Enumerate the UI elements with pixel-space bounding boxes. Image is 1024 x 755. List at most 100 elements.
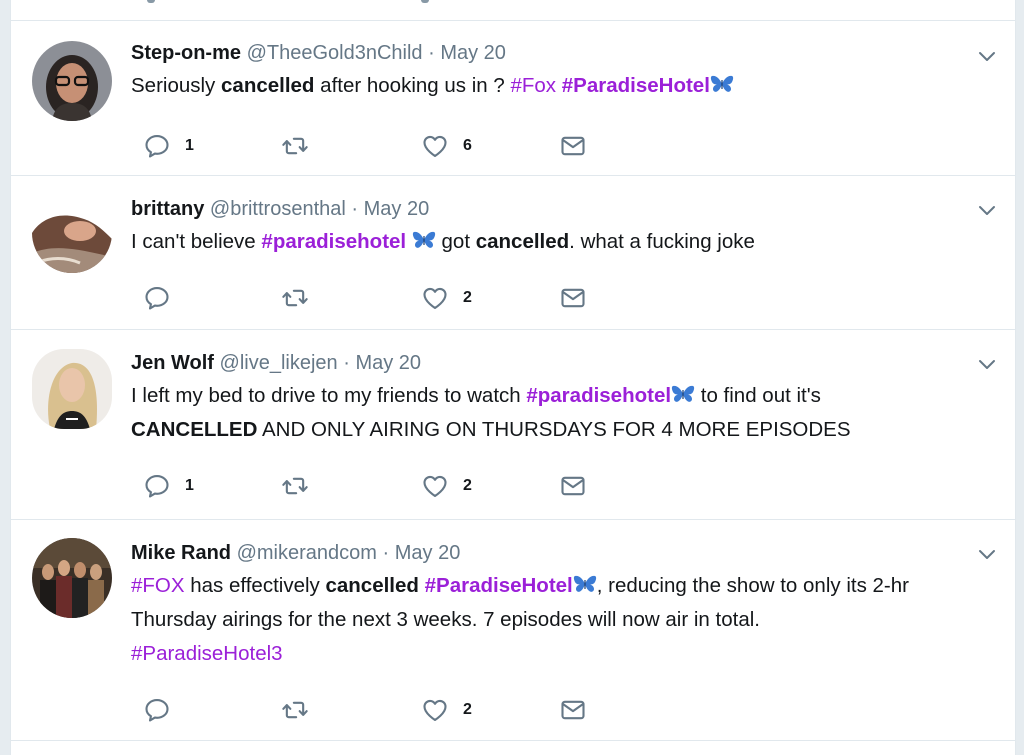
avatar[interactable] — [32, 193, 112, 273]
hashtag-link[interactable]: #FOX — [131, 574, 185, 597]
retweet-icon — [281, 472, 309, 500]
heart-icon — [421, 284, 449, 312]
text-segment: to find out it's — [695, 384, 821, 407]
text-segment: . what a fucking joke — [569, 230, 755, 253]
text-bold: cancelled — [325, 574, 419, 597]
direct-message-button[interactable] — [559, 282, 587, 314]
heart-icon — [421, 696, 449, 724]
butterfly-icon — [412, 230, 436, 250]
hashtag-link[interactable]: #Fox — [510, 74, 556, 97]
hashtag-link[interactable]: #ParadiseHotel — [425, 574, 573, 597]
text-segment: I can't believe — [131, 230, 262, 253]
butterfly-icon — [710, 74, 734, 94]
tweet-text: Seriously cancelled after hooking us in … — [131, 69, 975, 103]
text-bold: cancelled — [221, 74, 315, 97]
hashtag-link[interactable]: #paradisehotel — [526, 384, 671, 407]
like-count: 2 — [463, 701, 472, 718]
like-button[interactable]: 2 — [421, 694, 472, 726]
reply-icon — [143, 284, 171, 312]
username[interactable]: @TheeGold3nChild — [247, 42, 423, 64]
retweet-button[interactable] — [281, 470, 309, 502]
envelope-icon — [559, 284, 587, 312]
tweet-content: Step-on-me @TheeGold3nChild · May 20 Ser… — [131, 39, 975, 103]
reply-button[interactable]: 1 — [143, 130, 194, 162]
direct-message-button[interactable] — [559, 130, 587, 162]
tweet-actions: 1 6 — [131, 130, 591, 162]
tweet-content: Jen Wolf @live_likejen · May 20 I left m… — [131, 349, 975, 447]
tweet-text: #FOX has effectively cancelled #Paradise… — [131, 569, 975, 671]
avatar[interactable] — [32, 349, 112, 429]
retweet-button[interactable] — [281, 282, 309, 314]
tweet[interactable]: Jen Wolf @live_likejen · May 20 I left m… — [11, 330, 1015, 520]
display-name[interactable]: Step-on-me — [131, 42, 241, 64]
heart-icon — [421, 132, 449, 160]
reply-button[interactable] — [143, 282, 185, 314]
username[interactable]: @brittrosenthal — [210, 198, 346, 220]
chevron-down-icon[interactable] — [975, 44, 999, 68]
username[interactable]: @live_likejen — [220, 352, 338, 374]
hashtag-link[interactable]: #paradisehotel — [261, 230, 406, 253]
tweet-content: Mike Rand @mikerandcom · May 20 #FOX has… — [131, 539, 975, 671]
timestamp[interactable]: May 20 — [440, 42, 506, 64]
tweet-header: Step-on-me @TheeGold3nChild · May 20 — [131, 39, 975, 67]
chevron-down-icon[interactable] — [975, 198, 999, 222]
reply-icon — [143, 132, 171, 160]
timestamp[interactable]: May 20 — [355, 352, 421, 374]
separator: · — [382, 542, 390, 564]
tweet[interactable]: Mike Rand @mikerandcom · May 20 #FOX has… — [11, 520, 1015, 741]
retweet-icon — [281, 132, 309, 160]
butterfly-icon — [671, 384, 695, 404]
hashtag-link[interactable]: #ParadiseHotel3 — [131, 642, 283, 665]
chevron-down-icon[interactable] — [975, 542, 999, 566]
reply-count: 1 — [185, 477, 194, 494]
reply-button[interactable] — [143, 694, 185, 726]
reply-button[interactable]: 1 — [143, 470, 194, 502]
tweet-text: I can't believe #paradisehotel got cance… — [131, 225, 975, 259]
tweet-text: I left my bed to drive to my friends to … — [131, 379, 975, 447]
retweet-button[interactable] — [281, 694, 309, 726]
display-name[interactable]: brittany — [131, 198, 204, 220]
display-name[interactable]: Mike Rand — [131, 542, 231, 564]
text-segment: I left my bed to drive to my friends to … — [131, 384, 527, 407]
text-segment: AND ONLY AIRING ON THURSDAYS FOR 4 MORE … — [257, 418, 851, 441]
previous-tweet-edge — [11, 0, 1015, 21]
tweet-feed: Step-on-me @TheeGold3nChild · May 20 Ser… — [10, 0, 1016, 755]
timestamp[interactable]: May 20 — [364, 198, 430, 220]
like-button[interactable]: 2 — [421, 470, 472, 502]
tweet-header: Jen Wolf @live_likejen · May 20 — [131, 349, 975, 377]
previous-reply-icon — [147, 0, 155, 3]
timestamp[interactable]: May 20 — [395, 542, 461, 564]
envelope-icon — [559, 472, 587, 500]
tweet[interactable]: brittany @brittrosenthal · May 20 I can'… — [11, 176, 1015, 330]
heart-icon — [421, 472, 449, 500]
tweet[interactable]: Step-on-me @TheeGold3nChild · May 20 Ser… — [11, 20, 1015, 176]
like-count: 2 — [463, 477, 472, 494]
avatar[interactable] — [32, 41, 112, 121]
separator: · — [351, 198, 359, 220]
like-button[interactable]: 2 — [421, 282, 472, 314]
reply-icon — [143, 472, 171, 500]
display-name[interactable]: Jen Wolf — [131, 352, 214, 374]
direct-message-button[interactable] — [559, 470, 587, 502]
username[interactable]: @mikerandcom — [237, 542, 377, 564]
tweet-header: brittany @brittrosenthal · May 20 — [131, 195, 975, 223]
previous-like-icon — [421, 0, 429, 3]
text-segment: Seriously — [131, 74, 222, 97]
chevron-down-icon[interactable] — [975, 352, 999, 376]
reply-icon — [143, 696, 171, 724]
hashtag-link[interactable]: #ParadiseHotel — [562, 74, 710, 97]
retweet-icon — [281, 284, 309, 312]
like-button[interactable]: 6 — [421, 130, 472, 162]
butterfly-icon — [573, 574, 597, 594]
envelope-icon — [559, 132, 587, 160]
envelope-icon — [559, 696, 587, 724]
tweet-actions: 1 2 — [131, 470, 591, 502]
retweet-button[interactable] — [281, 130, 309, 162]
retweet-icon — [281, 696, 309, 724]
tweet-actions: 2 — [131, 694, 591, 726]
direct-message-button[interactable] — [559, 694, 587, 726]
avatar[interactable] — [32, 538, 112, 618]
text-bold: CANCELLED — [131, 418, 258, 441]
like-count: 2 — [463, 289, 472, 306]
reply-count: 1 — [185, 137, 194, 154]
